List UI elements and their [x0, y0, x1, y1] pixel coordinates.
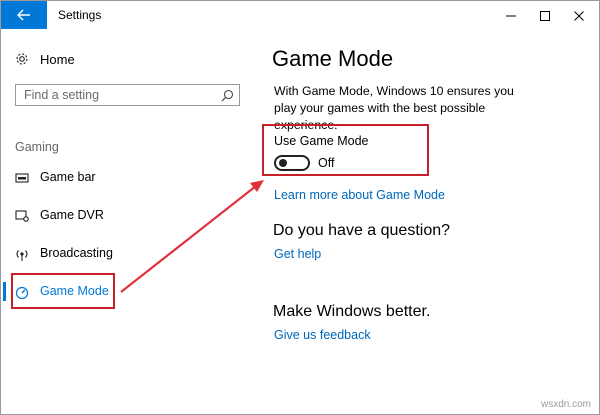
annotation-arrow	[120, 180, 264, 293]
